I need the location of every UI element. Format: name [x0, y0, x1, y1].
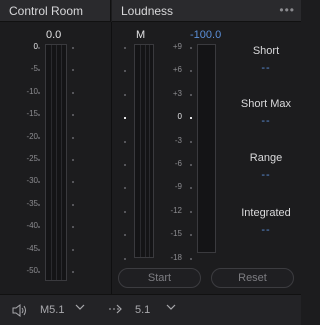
scale-tick-mark	[124, 234, 126, 237]
scale-tick-mark	[38, 91, 40, 94]
output-format-select[interactable]: M5.1	[40, 304, 64, 316]
dashed-arrow-icon	[109, 303, 123, 318]
loudness-meter-m	[134, 44, 154, 258]
scale-tick-mark	[124, 164, 126, 166]
control-room-tick-label: -30	[26, 176, 38, 186]
scale-tick-mark	[124, 140, 126, 143]
loudness-tick-label: -6	[174, 159, 182, 168]
scale-tick-mark	[38, 181, 40, 184]
reset-button[interactable]: Reset	[211, 268, 294, 288]
loudness-tick-label: -12	[170, 205, 182, 215]
control-room-tick-label: -15	[26, 109, 38, 119]
loudness-tick-label: -15	[170, 229, 182, 239]
stat-label-short: Short	[252, 45, 280, 57]
meter-segment	[149, 45, 150, 257]
meter-segment	[56, 45, 57, 280]
start-button[interactable]: Start	[118, 268, 201, 288]
scale-tick-mark	[72, 271, 74, 273]
loudness-tick-label: +3	[172, 88, 182, 98]
loudness-tick-label: -18	[170, 252, 182, 262]
control-room-meter	[45, 44, 67, 281]
meter-segment	[145, 45, 146, 257]
scale-tick-mark	[38, 271, 40, 273]
scale-tick-mark	[38, 203, 40, 206]
scale-tick-mark	[190, 140, 192, 143]
scale-tick-mark	[72, 226, 74, 229]
chevron-down-icon[interactable]	[166, 302, 176, 315]
footer-bar: M5.1 5.1	[0, 294, 301, 325]
scale-tick-mark	[124, 117, 126, 120]
more-options-icon[interactable]: •••	[279, 3, 295, 17]
scale-tick-mark	[124, 47, 126, 49]
chevron-down-icon[interactable]	[75, 302, 85, 315]
scale-tick-mark	[190, 70, 192, 73]
scale-tick-mark	[124, 187, 126, 190]
scale-tick-mark	[190, 117, 192, 120]
scale-tick-mark	[38, 226, 40, 229]
scale-tick-mark	[190, 93, 192, 96]
loudness-header: Loudness •••	[112, 0, 301, 22]
scale-tick-mark	[72, 203, 74, 206]
loudness-tick-label: +9	[172, 42, 182, 51]
control-room-tick-label: -20	[26, 131, 38, 141]
control-room-header: Control Room	[0, 0, 111, 22]
control-room-tick-label: 0	[33, 42, 38, 51]
loudness-tick-label: -3	[174, 135, 182, 145]
scale-tick-mark	[72, 181, 74, 184]
loudness-meter-value	[197, 44, 216, 253]
panel-divider	[111, 22, 112, 294]
scale-tick-mark	[190, 164, 192, 166]
scale-tick-mark	[190, 234, 192, 237]
control-room-title: Control Room	[9, 4, 84, 18]
control-room-tick-label: -5	[30, 64, 38, 74]
control-room-tick-label: -10	[26, 86, 38, 96]
scale-tick-mark	[190, 257, 192, 260]
loudness-tick-label: -9	[174, 182, 182, 192]
control-room-value: 0.0	[46, 29, 62, 41]
scale-tick-mark	[190, 47, 192, 49]
meter-segment	[140, 45, 141, 257]
loudness-tick-label: +6	[172, 65, 182, 75]
scale-tick-mark	[38, 69, 40, 72]
loudness-value: -100.0	[190, 29, 222, 41]
loudness-tick-label: 0	[177, 112, 182, 122]
control-room-tick-label: -35	[26, 198, 38, 208]
meter-segment	[61, 45, 62, 280]
scale-tick-mark	[38, 159, 40, 161]
stat-label-integrated: Integrated	[241, 207, 291, 219]
meter-segment	[51, 45, 52, 280]
scale-tick-mark	[72, 91, 74, 94]
stat-value-integrated: --	[261, 224, 271, 236]
control-room-tick-label: -25	[26, 154, 38, 163]
scale-tick-mark	[72, 136, 74, 139]
stat-value-short: --	[261, 62, 271, 74]
control-room-tick-label: -40	[26, 221, 38, 231]
scale-tick-mark	[38, 248, 40, 251]
stat-label-short-max: Short Max	[240, 98, 292, 110]
scale-tick-mark	[38, 47, 40, 49]
scale-tick-mark	[72, 69, 74, 72]
scale-tick-mark	[72, 114, 74, 117]
scale-tick-mark	[72, 47, 74, 49]
loudness-channel-label: M	[136, 29, 146, 41]
scale-tick-mark	[124, 210, 126, 213]
control-room-tick-label: -50	[26, 266, 38, 275]
scale-tick-mark	[124, 93, 126, 96]
scale-tick-mark	[72, 248, 74, 251]
scale-tick-mark	[124, 257, 126, 260]
speaker-icon[interactable]	[12, 304, 28, 320]
scale-tick-mark	[38, 136, 40, 139]
scale-tick-mark	[124, 70, 126, 73]
stat-label-range: Range	[249, 152, 283, 164]
control-room-tick-label: -45	[26, 243, 38, 253]
scale-tick-mark	[38, 114, 40, 117]
stat-value-range: --	[261, 169, 271, 181]
target-format-select[interactable]: 5.1	[135, 304, 150, 316]
loudness-title: Loudness	[121, 4, 174, 18]
scale-tick-mark	[72, 159, 74, 161]
scale-tick-mark	[190, 210, 192, 213]
stat-value-short-max: --	[261, 115, 271, 127]
scale-tick-mark	[190, 187, 192, 190]
